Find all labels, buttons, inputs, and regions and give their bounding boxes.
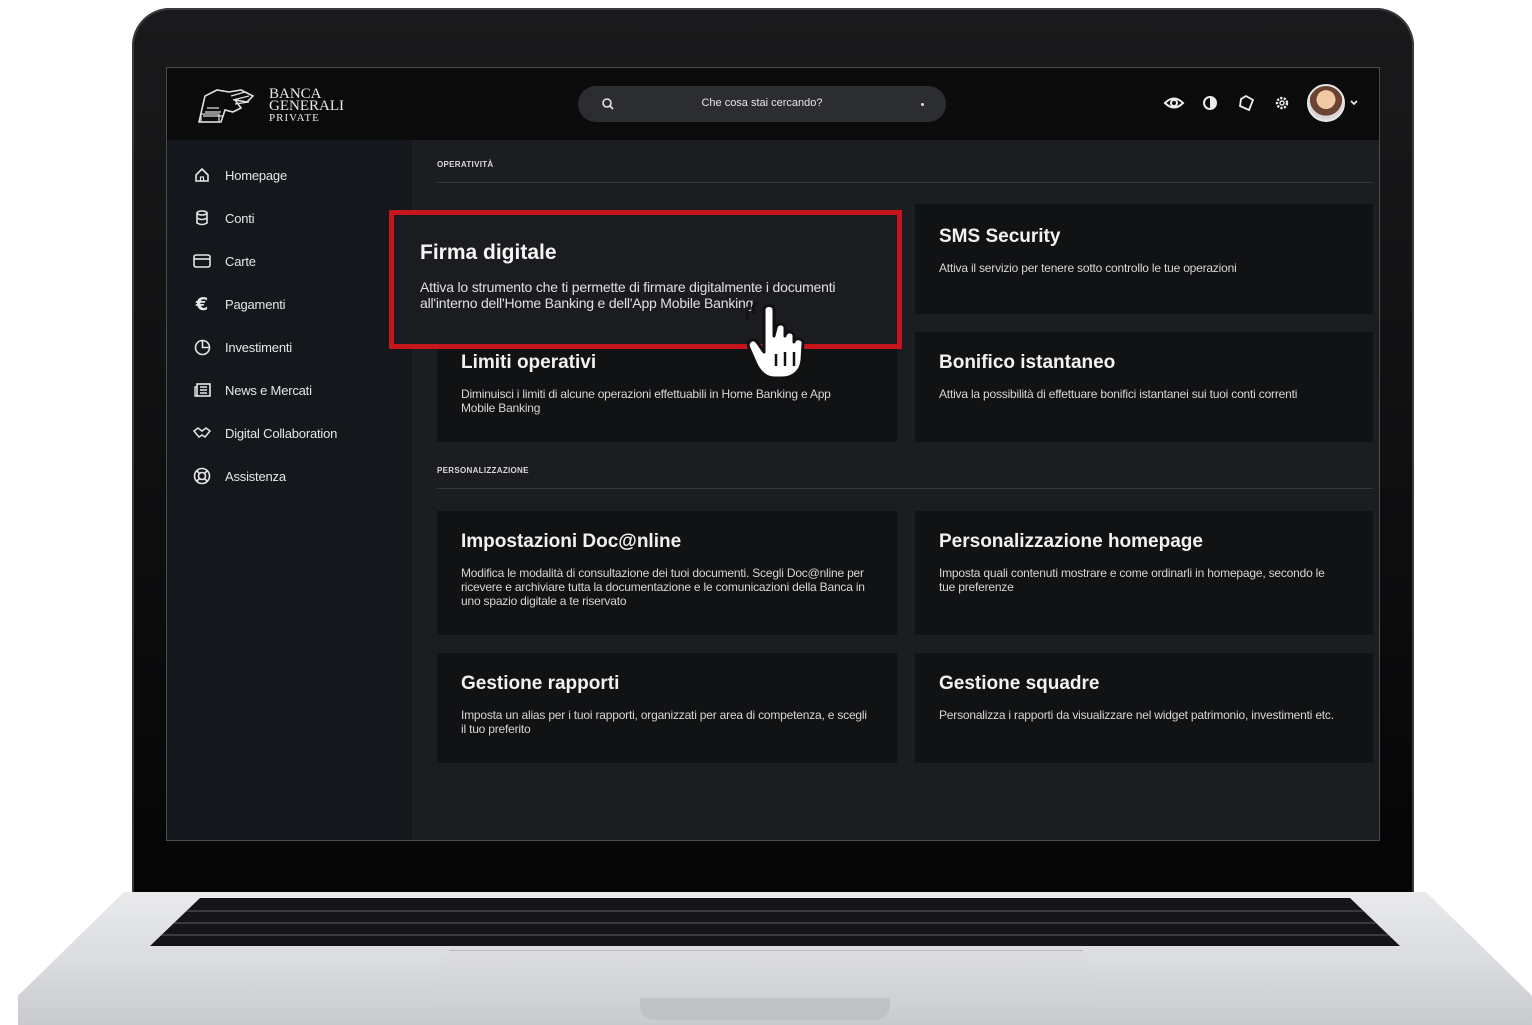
lifebuoy-icon bbox=[193, 467, 211, 485]
contrast-icon[interactable] bbox=[1199, 92, 1221, 114]
bank-name-line2: GENERALI bbox=[269, 98, 344, 114]
card-impostazioni-doconline[interactable]: Impostazioni Doc@nline Modifica le modal… bbox=[437, 511, 897, 635]
card-icon bbox=[193, 252, 211, 270]
card-description: Personalizza i rapporti da visualizzare … bbox=[939, 708, 1334, 722]
section-label-personalizzazione: PERSONALIZZAZIONE bbox=[437, 466, 529, 475]
card-title: Gestione rapporti bbox=[461, 673, 620, 694]
lion-logo-icon bbox=[197, 89, 255, 123]
handshake-icon bbox=[193, 424, 211, 442]
toolbar bbox=[1149, 84, 1359, 122]
sidebar-item-label: Assistenza bbox=[225, 468, 286, 484]
sidebar-item-pagamenti[interactable]: € Pagamenti bbox=[193, 293, 286, 315]
sidebar-item-label: Homepage bbox=[225, 167, 287, 183]
card-gestione-squadre[interactable]: Gestione squadre Personalizza i rapporti… bbox=[915, 653, 1373, 763]
card-title: Firma digitale bbox=[420, 241, 557, 264]
gear-icon[interactable] bbox=[1271, 92, 1293, 114]
card-description: Modifica le modalità di consultazione de… bbox=[461, 566, 865, 608]
section-divider bbox=[437, 488, 1373, 489]
sidebar-item-label: Investimenti bbox=[225, 339, 292, 355]
home-icon bbox=[193, 166, 211, 184]
card-description: Imposta un alias per i tuoi rapporti, or… bbox=[461, 708, 867, 736]
laptop-keyboard bbox=[150, 898, 1400, 946]
card-title: Gestione squadre bbox=[939, 673, 1100, 694]
card-sms-security[interactable]: SMS Security Attiva il servizio per tene… bbox=[915, 204, 1373, 314]
sidebar-item-news-mercati[interactable]: News e Mercati bbox=[193, 381, 312, 399]
card-description: Attiva il servizio per tenere sotto cont… bbox=[939, 261, 1237, 275]
search-dot-icon bbox=[921, 103, 924, 106]
card-title: Personalizzazione homepage bbox=[939, 531, 1203, 552]
chevron-down-icon[interactable] bbox=[1349, 98, 1359, 108]
sidebar-item-investimenti[interactable]: Investimenti bbox=[193, 338, 292, 356]
sidebar-item-digital-collaboration[interactable]: Digital Collaboration bbox=[193, 424, 337, 442]
card-bonifico-istantaneo[interactable]: Bonifico istantaneo Attiva la possibilit… bbox=[915, 332, 1373, 442]
sidebar-item-conti[interactable]: Conti bbox=[193, 209, 255, 227]
sidebar-item-carte[interactable]: Carte bbox=[193, 252, 256, 270]
sidebar-item-assistenza[interactable]: Assistenza bbox=[193, 467, 286, 485]
card-personalizzazione-homepage[interactable]: Personalizzazione homepage Imposta quali… bbox=[915, 511, 1373, 635]
card-description: Attiva la possibilità di effettuare boni… bbox=[939, 387, 1298, 401]
pointer-hand-icon bbox=[746, 302, 805, 380]
euro-icon: € bbox=[195, 293, 209, 315]
card-firma-digitale[interactable]: Firma digitale Attiva lo strumento che t… bbox=[389, 210, 902, 349]
card-gestione-rapporti[interactable]: Gestione rapporti Imposta un alias per i… bbox=[437, 653, 897, 763]
app-screen: BANCA GENERALI PRIVATE Che cosa stai cer… bbox=[166, 67, 1380, 841]
card-title: Limiti operativi bbox=[461, 352, 597, 373]
search-bar[interactable]: Che cosa stai cercando? bbox=[578, 86, 946, 122]
sidebar: Homepage Conti Carte € Pagamenti Investi… bbox=[167, 140, 412, 840]
sidebar-item-label: Conti bbox=[225, 210, 255, 226]
card-description: Imposta quali contenuti mostrare e come … bbox=[939, 566, 1325, 594]
tag-icon[interactable] bbox=[1235, 92, 1257, 114]
eye-icon[interactable] bbox=[1163, 92, 1185, 114]
bank-logo[interactable]: BANCA GENERALI PRIVATE bbox=[195, 86, 344, 126]
database-icon bbox=[193, 209, 211, 227]
search-input[interactable]: Che cosa stai cercando? bbox=[578, 97, 946, 109]
sidebar-item-label: Carte bbox=[225, 253, 256, 269]
bank-name: BANCA GENERALI PRIVATE bbox=[269, 87, 344, 125]
sidebar-item-label: News e Mercati bbox=[225, 382, 312, 398]
laptop-trackpad bbox=[436, 950, 1096, 1003]
card-title: Bonifico istantaneo bbox=[939, 352, 1116, 373]
card-title: SMS Security bbox=[939, 226, 1061, 247]
user-avatar[interactable] bbox=[1307, 84, 1345, 122]
card-description: Diminuisci i limiti di alcune operazioni… bbox=[461, 387, 831, 415]
card-title: Impostazioni Doc@nline bbox=[461, 531, 682, 552]
top-bar: BANCA GENERALI PRIVATE Che cosa stai cer… bbox=[167, 68, 1379, 140]
sidebar-item-label: Digital Collaboration bbox=[225, 425, 338, 441]
pie-chart-icon bbox=[193, 338, 211, 356]
sidebar-item-homepage[interactable]: Homepage bbox=[193, 166, 287, 184]
sidebar-item-label: Pagamenti bbox=[225, 296, 286, 312]
section-divider bbox=[437, 182, 1373, 183]
section-label-operativita: OPERATIVITÀ bbox=[437, 160, 494, 169]
newspaper-icon bbox=[193, 381, 211, 399]
laptop-notch bbox=[640, 998, 890, 1020]
